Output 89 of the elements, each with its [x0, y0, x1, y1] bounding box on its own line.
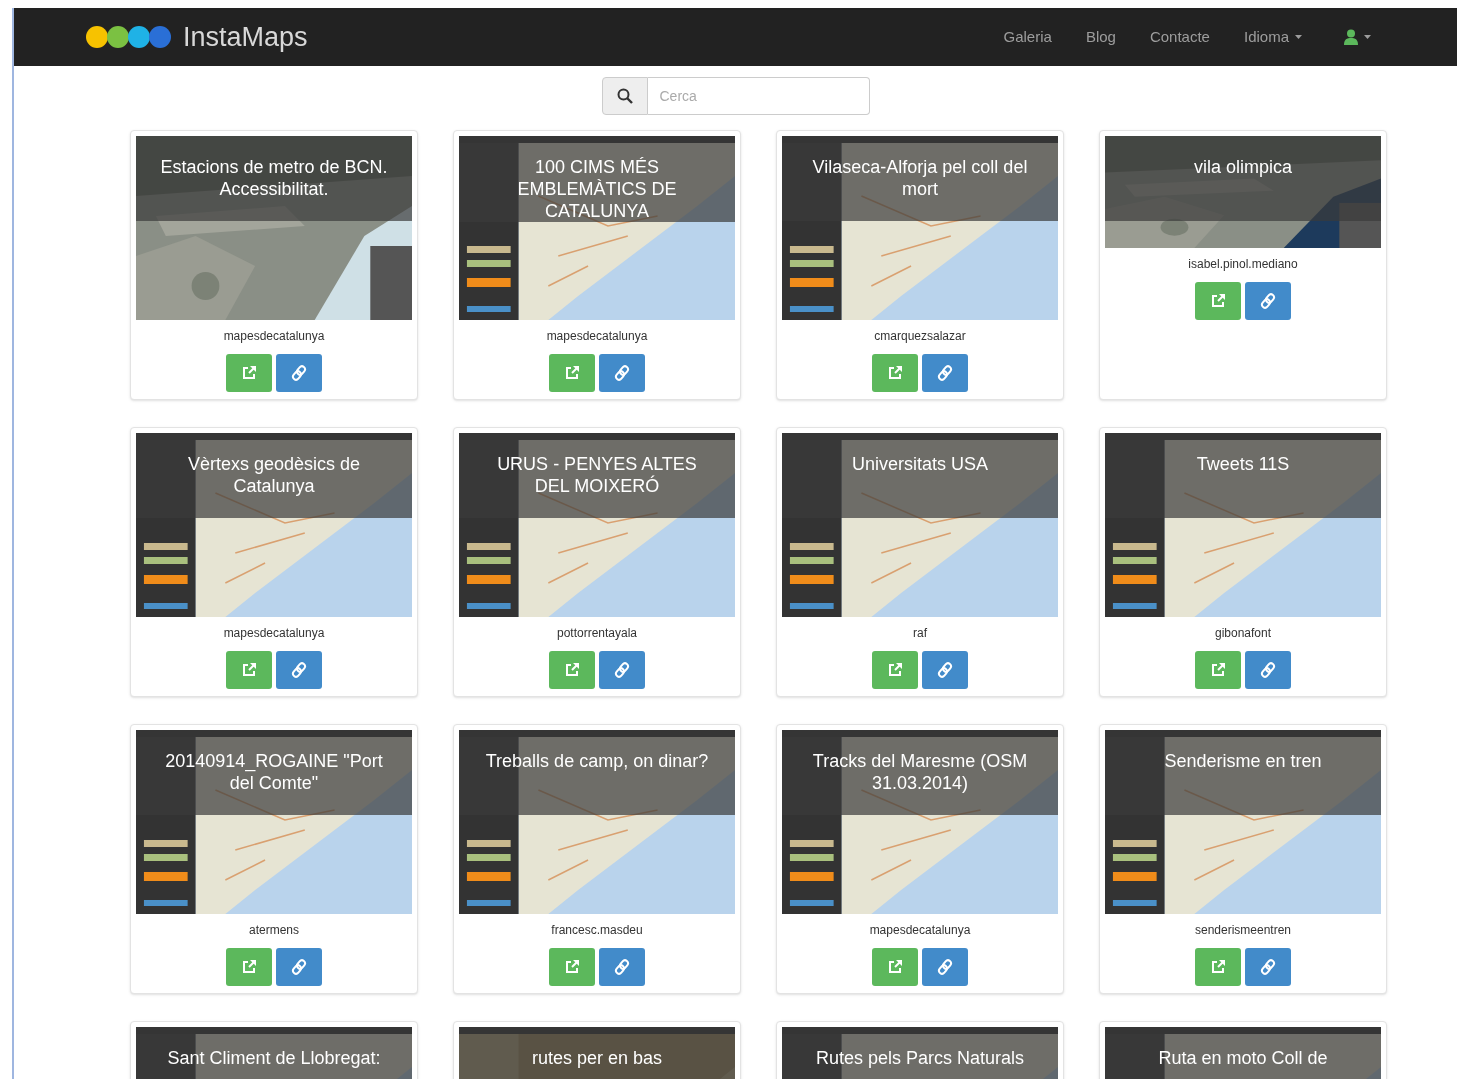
link-icon: [291, 959, 307, 975]
external-link-icon: [241, 959, 257, 975]
copy-link-button[interactable]: [599, 948, 645, 986]
search-icon: [616, 88, 633, 104]
open-map-button[interactable]: [226, 948, 272, 986]
copy-link-button[interactable]: [922, 948, 968, 986]
open-map-button[interactable]: [872, 354, 918, 392]
link-icon: [1260, 959, 1276, 975]
map-title[interactable]: Tracks del Maresme (OSM 31.03.2014): [782, 730, 1058, 815]
author-name: atermens: [249, 922, 299, 939]
map-title[interactable]: 100 CIMS MÉS EMBLEMÀTICS DE CATALUNYA: [459, 136, 735, 222]
external-link-icon: [887, 365, 903, 381]
author-name: mapesdecatalunya: [223, 625, 325, 642]
external-link-icon: [564, 959, 580, 975]
copy-link-button[interactable]: [1245, 651, 1291, 689]
author-name: pottorrentayala: [556, 625, 638, 642]
link-icon: [291, 662, 307, 678]
external-link-icon: [241, 662, 257, 678]
open-map-button[interactable]: [1195, 651, 1241, 689]
open-map-button[interactable]: [549, 354, 595, 392]
external-link-icon: [241, 365, 257, 381]
map-title[interactable]: rutes per en bas: [459, 1027, 735, 1079]
author-name: mapesdecatalunya: [546, 328, 648, 345]
map-title[interactable]: Sant Climent de Llobregat:: [136, 1027, 412, 1079]
link-icon: [614, 959, 630, 975]
open-map-button[interactable]: [1195, 282, 1241, 320]
link-icon: [937, 662, 953, 678]
open-map-button[interactable]: [226, 651, 272, 689]
copy-link-button[interactable]: [922, 651, 968, 689]
open-map-button[interactable]: [1195, 948, 1241, 986]
user-icon: [1344, 29, 1358, 45]
external-link-icon: [887, 959, 903, 975]
copy-link-button[interactable]: [276, 651, 322, 689]
external-link-icon: [564, 365, 580, 381]
link-icon: [1260, 662, 1276, 678]
open-map-button[interactable]: [226, 354, 272, 392]
external-link-icon: [564, 662, 580, 678]
copy-link-button[interactable]: [599, 354, 645, 392]
author-name: cmarquezsalazar: [874, 328, 966, 345]
author-name: gibonafont: [1214, 625, 1272, 642]
author-name: isabel.pinol.mediano: [1188, 256, 1298, 273]
map-title[interactable]: Universitats USA: [782, 433, 1058, 518]
external-link-icon: [1210, 293, 1226, 309]
nav-link[interactable]: Contacte: [1149, 25, 1210, 49]
link-icon: [937, 959, 953, 975]
map-title[interactable]: URUS - PENYES ALTES DEL MOIXERÓ: [459, 433, 735, 518]
link-icon: [1260, 293, 1276, 309]
author-name: francesc.masdeu: [551, 922, 643, 939]
link-icon: [291, 365, 307, 381]
open-map-button[interactable]: [872, 948, 918, 986]
copy-link-button[interactable]: [1245, 948, 1291, 986]
link-icon: [614, 365, 630, 381]
map-title[interactable]: Senderisme en tren: [1105, 730, 1381, 815]
nav-link[interactable]: Blog: [1085, 25, 1116, 49]
external-link-icon: [887, 662, 903, 678]
author-name: senderismeentren: [1194, 922, 1292, 939]
copy-link-button[interactable]: [922, 354, 968, 392]
brand-link[interactable]: InstaMaps: [183, 16, 308, 58]
user-menu-button[interactable]: [1344, 29, 1371, 45]
author-name: raf: [913, 625, 927, 642]
link-icon: [937, 365, 953, 381]
map-title[interactable]: Estacions de metro de BCN. Accessibilitat.: [136, 136, 412, 221]
copy-link-button[interactable]: [276, 948, 322, 986]
copy-link-button[interactable]: [276, 354, 322, 392]
map-title[interactable]: 20140914_ROGAINE "Port del Comte": [136, 730, 412, 815]
author-name: mapesdecatalunya: [869, 922, 971, 939]
copy-link-button[interactable]: [599, 651, 645, 689]
map-title[interactable]: Vèrtexs geodèsics de Catalunya: [136, 433, 412, 518]
map-title[interactable]: Ruta en moto Coll de: [1105, 1027, 1381, 1079]
caret-icon: [1295, 35, 1302, 39]
map-title[interactable]: vila olimpica: [1105, 136, 1381, 221]
copy-link-button[interactable]: [1245, 282, 1291, 320]
nav-link[interactable]: Idioma: [1243, 25, 1302, 49]
map-title[interactable]: Treballs de camp, on dinar?: [459, 730, 735, 815]
caret-icon: [1364, 35, 1371, 39]
external-link-icon: [1210, 662, 1226, 678]
map-title[interactable]: Vilaseca-Alforja pel coll del mort: [782, 136, 1058, 221]
search-field[interactable]: Cerca: [647, 77, 870, 115]
open-map-button[interactable]: [549, 651, 595, 689]
search-button[interactable]: [601, 77, 648, 115]
link-icon: [614, 662, 630, 678]
external-link-icon: [1210, 959, 1226, 975]
open-map-button[interactable]: [549, 948, 595, 986]
map-title[interactable]: Rutes pels Parcs Naturals: [782, 1027, 1058, 1079]
author-name: mapesdecatalunya: [223, 328, 325, 345]
open-map-button[interactable]: [872, 651, 918, 689]
logo-icon: [86, 26, 171, 48]
map-title[interactable]: Tweets 11S: [1105, 433, 1381, 518]
nav-link[interactable]: Galeria: [1003, 25, 1052, 49]
